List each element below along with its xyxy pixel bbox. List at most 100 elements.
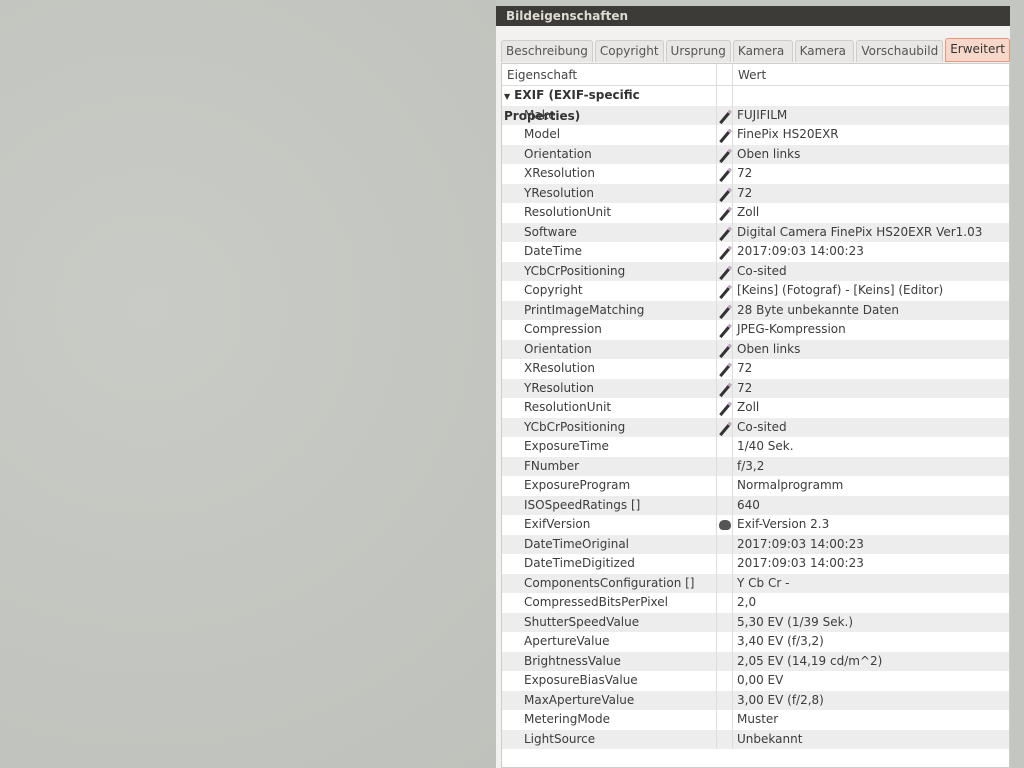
property-value[interactable]: Oben links: [733, 145, 1009, 165]
tab-ursprung[interactable]: Ursprung: [665, 40, 731, 62]
property-value[interactable]: 72: [733, 164, 1009, 184]
property-value[interactable]: 2,0: [733, 593, 1009, 613]
property-value[interactable]: Digital Camera FinePix HS20EXR Ver1.03: [733, 223, 1009, 243]
property-value[interactable]: FinePix HS20EXR: [733, 125, 1009, 145]
pencil-edit-icon[interactable]: [719, 422, 730, 433]
edit-indicator: [717, 320, 733, 340]
group-row-exif[interactable]: ▼ EXIF (EXIF-specific Properties): [502, 86, 1009, 123]
property-value[interactable]: f/3,2: [733, 457, 1009, 477]
property-value[interactable]: 2,05 EV (14,19 cd/m^2): [733, 652, 1009, 672]
property-value[interactable]: Co-sited: [733, 418, 1009, 438]
property-value[interactable]: FUJIFILM: [733, 106, 1009, 126]
property-value[interactable]: Zoll: [733, 203, 1009, 223]
property-value[interactable]: 72: [733, 184, 1009, 204]
table-row[interactable]: YCbCrPositioning Co-sited: [502, 261, 1009, 282]
property-value[interactable]: 2017:09:03 14:00:23: [733, 535, 1009, 555]
pencil-edit-icon[interactable]: [719, 207, 730, 218]
column-header-value[interactable]: Wert: [733, 64, 1009, 85]
property-value[interactable]: 2017:09:03 14:00:23: [733, 242, 1009, 262]
tab-erweitert[interactable]: Erweitert: [945, 38, 1010, 62]
pencil-edit-icon[interactable]: [719, 344, 730, 355]
property-value[interactable]: 1/40 Sek.: [733, 437, 1009, 457]
table-row[interactable]: DateTimeDigitized 2017:09:03 14:00:23: [502, 554, 1009, 574]
expander-triangle-icon[interactable]: ▼: [504, 92, 510, 101]
property-value[interactable]: 5,30 EV (1/39 Sek.): [733, 613, 1009, 633]
property-value[interactable]: [Keins] (Fotograf) - [Keins] (Editor): [733, 281, 1009, 301]
property-value[interactable]: Exif-Version 2.3: [733, 515, 1009, 535]
table-row[interactable]: CompressedBitsPerPixel 2,0: [502, 593, 1009, 613]
property-value[interactable]: 72: [733, 359, 1009, 379]
table-row[interactable]: ExposureProgram Normalprogramm: [502, 476, 1009, 496]
table-row[interactable]: ShutterSpeedValue 5,30 EV (1/39 Sek.): [502, 612, 1009, 633]
pencil-edit-icon[interactable]: [719, 266, 730, 277]
pencil-edit-icon[interactable]: [719, 383, 730, 394]
pencil-edit-icon[interactable]: [719, 363, 730, 374]
property-value[interactable]: 28 Byte unbekannte Daten: [733, 301, 1009, 321]
table-row[interactable]: ExposureTime 1/40 Sek.: [502, 437, 1009, 457]
pencil-edit-icon[interactable]: [719, 129, 730, 140]
tab-beschreibung[interactable]: Beschreibung: [501, 40, 593, 62]
property-value[interactable]: 3,40 EV (f/3,2): [733, 632, 1009, 652]
edit-indicator: [717, 300, 733, 320]
tab-copyright[interactable]: Copyright: [594, 40, 664, 62]
table-row[interactable]: LightSource Unbekannt: [502, 729, 1009, 750]
table-row[interactable]: ExposureBiasValue 0,00 EV: [502, 671, 1009, 691]
table-row[interactable]: YResolution 72: [502, 183, 1009, 204]
table-row[interactable]: Orientation Oben links: [502, 339, 1009, 360]
table-row[interactable]: MeteringMode Muster: [502, 710, 1009, 730]
property-value[interactable]: Co-sited: [733, 262, 1009, 282]
table-row[interactable]: YResolution 72: [502, 378, 1009, 399]
table-row[interactable]: Compression JPEG-Kompression: [502, 320, 1009, 340]
table-row[interactable]: ISOSpeedRatings [] 640: [502, 495, 1009, 516]
property-value[interactable]: 0,00 EV: [733, 671, 1009, 691]
table-row[interactable]: XResolution 72: [502, 164, 1009, 184]
table-row[interactable]: MaxApertureValue 3,00 EV (f/2,8): [502, 690, 1009, 711]
property-value[interactable]: Zoll: [733, 398, 1009, 418]
tab-kamera-2[interactable]: Kamera 2: [794, 40, 855, 79]
table-row[interactable]: ResolutionUnit Zoll: [502, 398, 1009, 418]
property-value[interactable]: Unbekannt: [733, 730, 1009, 750]
table-row[interactable]: XResolution 72: [502, 359, 1009, 379]
table-row[interactable]: Software Digital Camera FinePix HS20EXR V…: [502, 222, 1009, 243]
table-row[interactable]: FNumber f/3,2: [502, 456, 1009, 477]
table-row[interactable]: ResolutionUnit Zoll: [502, 203, 1009, 223]
property-value[interactable]: 2017:09:03 14:00:23: [733, 554, 1009, 574]
tab-kamera-1[interactable]: Kamera 1: [732, 40, 793, 79]
pencil-edit-icon[interactable]: [719, 285, 730, 296]
property-value[interactable]: Oben links: [733, 340, 1009, 360]
property-value[interactable]: 3,00 EV (f/2,8): [733, 691, 1009, 711]
tab-vorschaubild[interactable]: Vorschaubild: [856, 40, 944, 62]
table-row[interactable]: ComponentsConfiguration [] Y Cb Cr -: [502, 573, 1009, 594]
table-row[interactable]: DateTimeOriginal 2017:09:03 14:00:23: [502, 534, 1009, 555]
table-row[interactable]: DateTime 2017:09:03 14:00:23: [502, 242, 1009, 262]
property-value[interactable]: Y Cb Cr -: [733, 574, 1009, 594]
pencil-edit-icon[interactable]: [719, 227, 730, 238]
pencil-edit-icon[interactable]: [719, 188, 730, 199]
table-row[interactable]: BrightnessValue 2,05 EV (14,19 cd/m^2): [502, 651, 1009, 672]
property-value[interactable]: JPEG-Kompression: [733, 320, 1009, 340]
table-row[interactable]: ApertureValue 3,40 EV (f/3,2): [502, 632, 1009, 652]
pencil-edit-icon[interactable]: [719, 305, 730, 316]
pencil-edit-icon[interactable]: [719, 168, 730, 179]
pencil-edit-icon[interactable]: [719, 402, 730, 413]
property-value[interactable]: 640: [733, 496, 1009, 516]
pencil-edit-icon[interactable]: [719, 149, 730, 160]
pencil-edit-icon[interactable]: [719, 110, 730, 121]
property-value[interactable]: 72: [733, 379, 1009, 399]
table-row[interactable]: ExifVersion Exif-Version 2.3: [502, 515, 1009, 535]
table-row[interactable]: PrintImageMatching 28 Byte unbekannte Dat…: [502, 300, 1009, 321]
table-row[interactable]: Orientation Oben links: [502, 144, 1009, 165]
table-row[interactable]: YCbCrPositioning Co-sited: [502, 417, 1009, 438]
edit-indicator: [717, 515, 733, 535]
edit-indicator: [717, 456, 733, 476]
table-row[interactable]: Model FinePix HS20EXR: [502, 125, 1009, 145]
table-row[interactable]: Make FUJIFILM: [502, 105, 1009, 126]
pencil-edit-icon[interactable]: [719, 324, 730, 335]
property-value[interactable]: Muster: [733, 710, 1009, 730]
property-name: ExposureProgram: [502, 476, 717, 496]
property-name: PrintImageMatching: [502, 300, 717, 320]
column-header-property[interactable]: Eigenschaft: [502, 64, 717, 85]
property-value[interactable]: Normalprogramm: [733, 476, 1009, 496]
table-row[interactable]: Copyright [Keins] (Fotograf) - [Keins] (E…: [502, 281, 1009, 301]
pencil-edit-icon[interactable]: [719, 246, 730, 257]
